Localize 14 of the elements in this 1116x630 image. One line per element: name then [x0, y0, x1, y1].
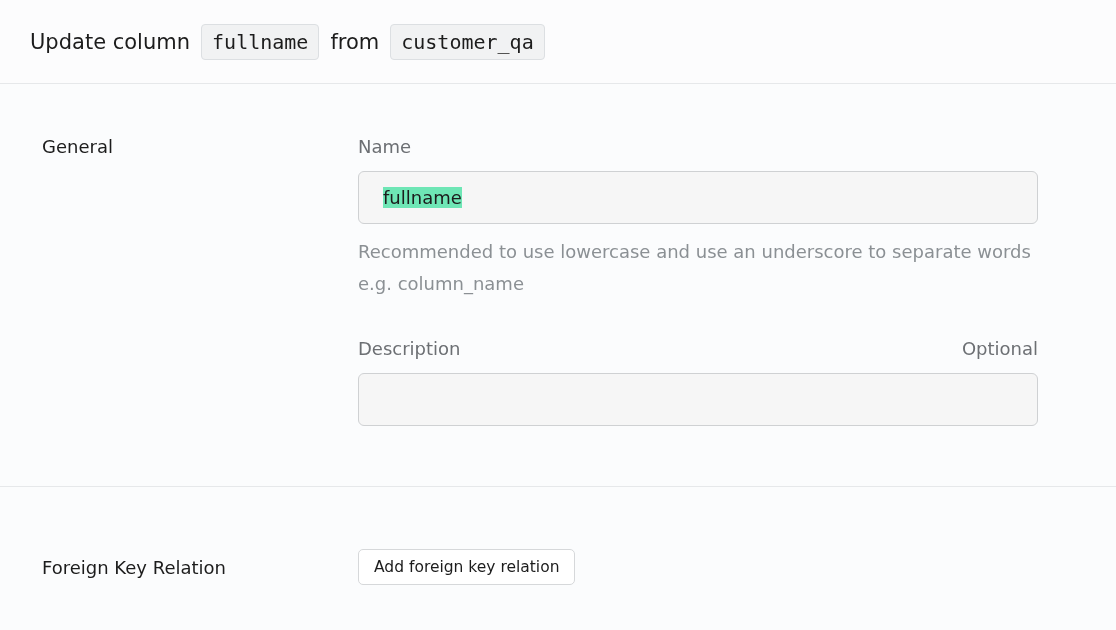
section-title: General — [42, 136, 113, 157]
field-label: Name — [358, 136, 412, 157]
page-title: from — [330, 29, 380, 54]
page-title: Update column — [30, 29, 191, 54]
help-text: Recommended to use lowercase and use an underscore to separate words e.g. column_name — [358, 240, 1032, 297]
field-value: fullname — [383, 187, 462, 208]
field-label: Description — [358, 338, 461, 359]
optional-label: Optional — [961, 338, 1038, 359]
input-field[interactable]: fullname — [358, 171, 1038, 224]
code-chip: customer_qa — [390, 23, 545, 60]
input-field[interactable] — [358, 373, 1038, 426]
section-title: Foreign Key Relation — [42, 556, 226, 578]
code-chip: fullname — [201, 23, 320, 60]
add-relation-button[interactable]: Add foreign key relation — [358, 549, 576, 585]
